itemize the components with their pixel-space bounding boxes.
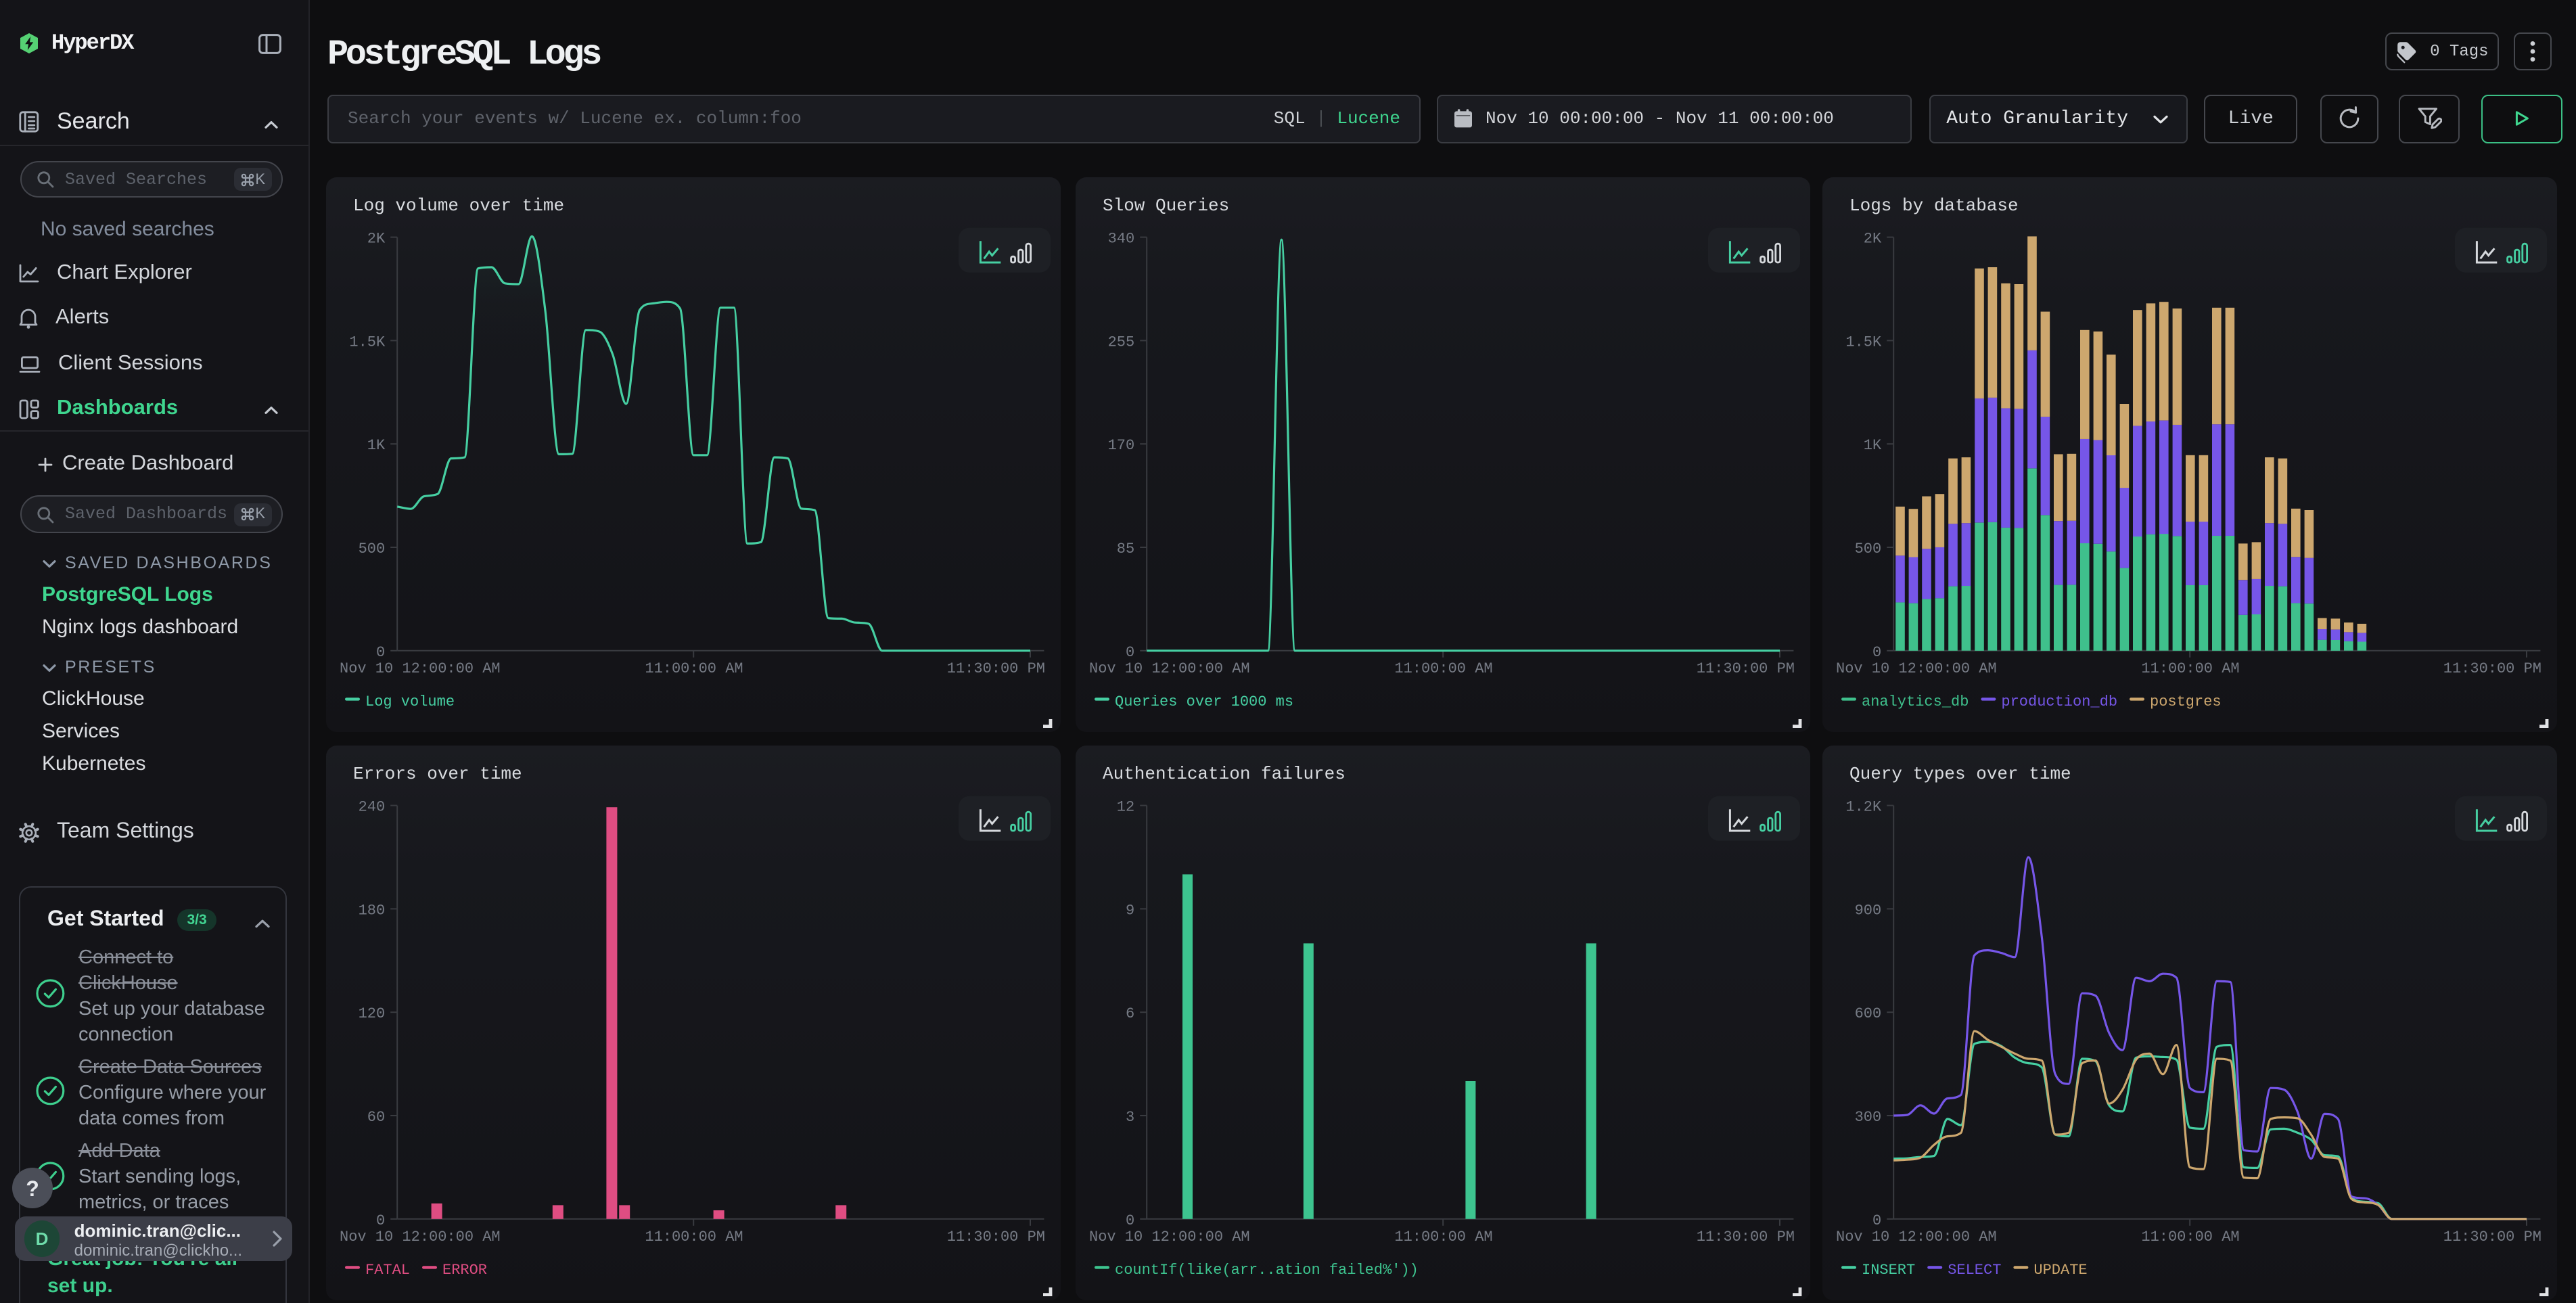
svg-text:11:00:00 AM: 11:00:00 AM — [2140, 660, 2238, 677]
svg-text:600: 600 — [1854, 1006, 1881, 1023]
svg-text:analytics_db: analytics_db — [1861, 693, 1968, 710]
svg-text:ERROR: ERROR — [442, 1262, 487, 1279]
svg-text:0: 0 — [375, 643, 384, 660]
svg-text:FATAL: FATAL — [365, 1262, 410, 1279]
svg-text:?: ? — [26, 1176, 39, 1201]
svg-text:2K: 2K — [367, 230, 385, 247]
svg-text:0: 0 — [1872, 1212, 1881, 1229]
svg-text:SELECT: SELECT — [1947, 1262, 2000, 1279]
svg-text:postgres: postgres — [2149, 693, 2221, 710]
svg-text:Queries over 1000 ms: Queries over 1000 ms — [1115, 693, 1293, 710]
svg-text:9: 9 — [1126, 902, 1134, 919]
svg-text:1.5K: 1.5K — [1845, 334, 1881, 350]
svg-text:Authentication failures: Authentication failures — [1103, 764, 1346, 784]
svg-text:340: 340 — [1107, 230, 1134, 247]
svg-text:900: 900 — [1854, 902, 1881, 919]
svg-text:85: 85 — [1116, 541, 1134, 557]
svg-text:11:30:00 PM: 11:30:00 PM — [1696, 1229, 1794, 1245]
svg-text:11:00:00 AM: 11:00:00 AM — [1394, 1229, 1492, 1245]
svg-text:Errors over time: Errors over time — [353, 764, 522, 784]
svg-text:3: 3 — [1126, 1109, 1134, 1126]
svg-text:Log volume: Log volume — [365, 693, 455, 710]
svg-text:0: 0 — [1126, 643, 1134, 660]
svg-text:production_db: production_db — [2000, 693, 2117, 710]
svg-text:1.2K: 1.2K — [1845, 799, 1881, 816]
svg-text:11:30:00 PM: 11:30:00 PM — [946, 660, 1044, 677]
svg-text:1K: 1K — [1863, 437, 1881, 454]
svg-text:11:30:00 PM: 11:30:00 PM — [2443, 1229, 2541, 1245]
svg-text:1K: 1K — [367, 437, 385, 454]
svg-text:Nov 10 12:00:00 AM: Nov 10 12:00:00 AM — [1089, 1229, 1250, 1245]
svg-text:0: 0 — [375, 1212, 384, 1229]
svg-text:Nov 10 12:00:00 AM: Nov 10 12:00:00 AM — [340, 1229, 501, 1245]
svg-text:UPDATE: UPDATE — [2033, 1262, 2086, 1279]
svg-text:12: 12 — [1116, 799, 1134, 816]
svg-text:0: 0 — [1872, 643, 1881, 660]
svg-text:300: 300 — [1854, 1109, 1881, 1126]
svg-text:500: 500 — [1854, 541, 1881, 557]
svg-text:180: 180 — [358, 902, 385, 919]
svg-text:11:30:00 PM: 11:30:00 PM — [1696, 660, 1794, 677]
svg-text:240: 240 — [358, 799, 385, 816]
svg-text:1.5K: 1.5K — [349, 334, 386, 350]
svg-text:11:00:00 AM: 11:00:00 AM — [645, 660, 743, 677]
svg-text:11:00:00 AM: 11:00:00 AM — [645, 1229, 743, 1245]
svg-text:Logs by database: Logs by database — [1849, 196, 2018, 216]
svg-text:countIf(like(arr..ation failed: countIf(like(arr..ation failed%')) — [1115, 1262, 1419, 1279]
svg-text:11:30:00 PM: 11:30:00 PM — [2443, 660, 2541, 677]
svg-text:INSERT: INSERT — [1861, 1262, 1914, 1279]
svg-text:500: 500 — [358, 541, 385, 557]
svg-text:11:30:00 PM: 11:30:00 PM — [946, 1229, 1044, 1245]
svg-text:6: 6 — [1126, 1006, 1134, 1023]
svg-text:Slow Queries: Slow Queries — [1103, 196, 1229, 216]
svg-text:Nov 10 12:00:00 AM: Nov 10 12:00:00 AM — [1835, 1229, 1996, 1245]
svg-text:Nov 10 12:00:00 AM: Nov 10 12:00:00 AM — [1835, 660, 1996, 677]
svg-text:Log volume over time: Log volume over time — [353, 196, 564, 216]
svg-text:Nov 10 12:00:00 AM: Nov 10 12:00:00 AM — [1089, 660, 1250, 677]
svg-text:170: 170 — [1107, 437, 1134, 454]
svg-text:Nov 10 12:00:00 AM: Nov 10 12:00:00 AM — [340, 660, 501, 677]
svg-text:0: 0 — [1126, 1212, 1134, 1229]
svg-text:255: 255 — [1107, 334, 1134, 350]
svg-text:60: 60 — [367, 1109, 384, 1126]
svg-text:120: 120 — [358, 1006, 385, 1023]
svg-text:11:00:00 AM: 11:00:00 AM — [2140, 1229, 2238, 1245]
svg-text:Query types over time: Query types over time — [1849, 764, 2071, 784]
svg-text:2K: 2K — [1863, 230, 1881, 247]
svg-text:11:00:00 AM: 11:00:00 AM — [1394, 660, 1492, 677]
